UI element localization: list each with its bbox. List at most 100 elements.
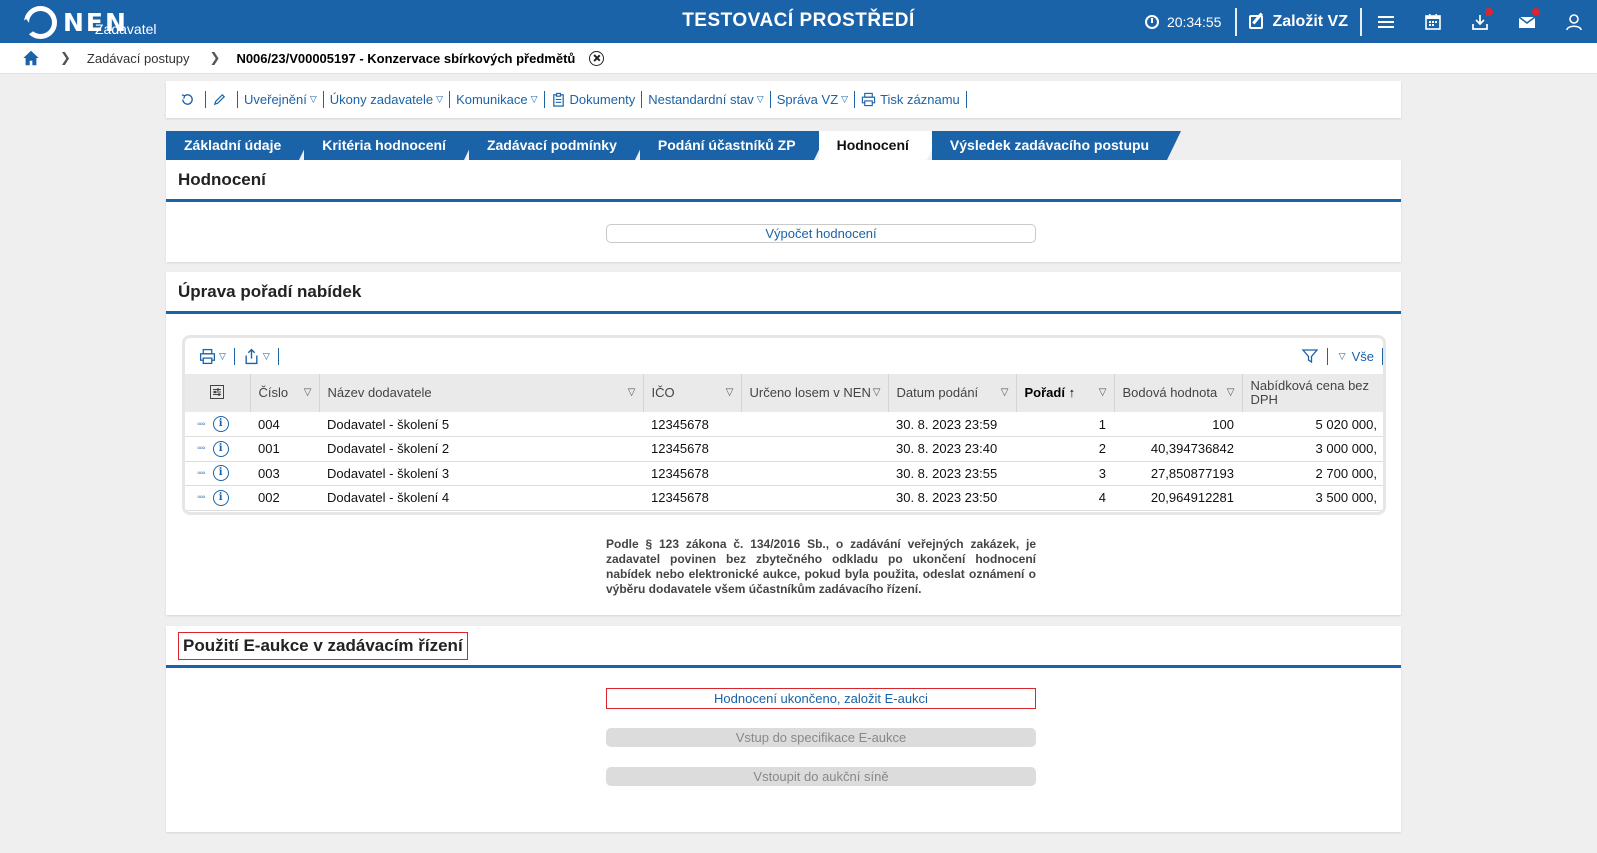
create-vz-button[interactable]: Založit VZ: [1237, 13, 1360, 31]
menu-label: Nestandardní stav: [648, 92, 754, 107]
grid-print-button[interactable]: ▽: [191, 348, 234, 365]
vypocet-hodnoceni-button[interactable]: Výpočet hodnocení: [606, 224, 1036, 243]
edit-button[interactable]: [206, 92, 237, 107]
tab-zakladni-udaje[interactable]: Základní údaje: [166, 131, 314, 160]
home-link[interactable]: [22, 49, 40, 67]
column-header-nabidkova-cena[interactable]: Nabídková cena bez DPH: [1242, 374, 1383, 412]
tab-hodnoceni[interactable]: Hodnocení: [818, 131, 942, 160]
offers-grid: ▽ ▽ ▽ Vše Číslo ▽ Název dodavatele ▽ IČO…: [182, 335, 1386, 515]
column-settings-cell[interactable]: [185, 374, 251, 412]
menu-tisk-zaznamu[interactable]: Tisk záznamu: [855, 92, 966, 107]
refresh-button[interactable]: [174, 92, 205, 107]
breadcrumb-item-zadavaci-postupy[interactable]: Zadávací postupy: [87, 51, 190, 66]
cell-los: [741, 461, 888, 486]
toolbar-divider: [277, 347, 279, 365]
panel-hodnoceni: Hodnocení Výpočet hodnocení: [166, 160, 1401, 262]
cell-cena: 2 700 000,: [1242, 461, 1383, 486]
calendar-icon: [1424, 13, 1441, 30]
column-header-nazev-dodavatele[interactable]: Název dodavatele ▽: [319, 374, 644, 412]
menu-button[interactable]: [1362, 0, 1409, 43]
menu-ukony-zadavatele[interactable]: Úkony zadavatele ▽: [324, 92, 449, 107]
menu-uverejneni[interactable]: Uveřejnění ▽: [238, 92, 323, 107]
messages-button[interactable]: [1503, 0, 1550, 43]
cell-ico: 12345678: [643, 485, 741, 511]
tab-zadavaci-podminky[interactable]: Zadávací podmínky: [468, 131, 649, 160]
chevron-right-icon: ❯: [60, 50, 71, 65]
column-header-datum-podani[interactable]: Datum podání ▽: [888, 374, 1017, 412]
dropdown-triangle-icon: ▽: [262, 350, 270, 361]
menu-sprava-vz[interactable]: Správa VZ ▽: [771, 92, 854, 107]
info-icon[interactable]: i: [212, 489, 229, 506]
menu-dokumenty[interactable]: Dokumenty: [545, 92, 642, 107]
cell-ico: 12345678: [643, 412, 741, 437]
tab-podani-ucastniku[interactable]: Podání účastníků ZP: [639, 131, 828, 160]
column-header-ico[interactable]: IČO ▽: [643, 374, 742, 412]
e-auction-spec-button[interactable]: Vstup do specifikace E-aukce: [606, 728, 1036, 747]
calendar-button[interactable]: [1409, 0, 1456, 43]
cell-nazev: Dodavatel - školení 2: [319, 436, 643, 462]
cell-body: 40,394736842: [1114, 436, 1242, 462]
cell-cena: 3 000 000,: [1242, 436, 1383, 462]
create-e-auction-button[interactable]: Hodnocení ukončeno, založit E-aukci: [606, 688, 1036, 709]
table-row[interactable]: ◦◦◦ i 003 Dodavatel - školení 3 12345678 …: [185, 461, 1383, 486]
table-header-row: Číslo ▽ Název dodavatele ▽ IČO ▽ Určeno los…: [185, 374, 1383, 412]
row-actions-icon[interactable]: ◦◦◦: [197, 419, 206, 430]
sort-ascending-icon: ↑: [1068, 385, 1076, 400]
cell-datum: 30. 8. 2023 23:50: [888, 485, 1016, 511]
clipboard-icon: [552, 92, 564, 107]
tab-vysledek-zadavaciho-postupu[interactable]: Výsledek zadávacího postupu: [931, 131, 1182, 160]
menu-label: Uveřejnění: [244, 92, 307, 107]
table-row[interactable]: ◦◦◦ i 002 Dodavatel - školení 4 12345678 …: [185, 485, 1383, 511]
column-filter-icon[interactable]: ▽: [1001, 386, 1009, 400]
tab-kriteria-hodnoceni[interactable]: Kritéria hodnocení: [304, 131, 478, 160]
row-actions-icon[interactable]: ◦◦◦: [197, 443, 206, 454]
clock-time: 20:34:55: [1166, 13, 1222, 30]
grid-view-select[interactable]: ▽ Vše: [1328, 349, 1382, 364]
create-vz-label: Založit VZ: [1272, 12, 1348, 30]
menu-label: Dokumenty: [569, 92, 636, 107]
table-row[interactable]: ◦◦◦ i 001 Dodavatel - školení 2 12345678 …: [185, 436, 1383, 462]
panel-title: Hodnocení: [166, 160, 1401, 202]
user-button[interactable]: [1550, 0, 1597, 43]
panel-title: Úprava pořadí nabídek: [166, 272, 1401, 314]
cell-cislo: 003: [250, 461, 319, 486]
info-icon[interactable]: i: [212, 440, 229, 457]
menu-komunikace[interactable]: Komunikace ▽: [450, 92, 543, 107]
info-icon[interactable]: i: [212, 416, 229, 432]
row-actions-icon[interactable]: ◦◦◦: [197, 492, 206, 503]
breadcrumb-current: N006/23/V00005197 - Konzervace sbírkovýc…: [236, 50, 576, 66]
cell-los: [741, 412, 888, 437]
column-filter-icon[interactable]: ▽: [873, 386, 881, 400]
close-icon[interactable]: [589, 50, 605, 66]
refresh-icon: [181, 94, 193, 105]
grid-toolbar: ▽ ▽ ▽ Vše: [185, 338, 1383, 374]
printer-icon: [861, 92, 876, 107]
download-button[interactable]: [1456, 0, 1503, 43]
table-row[interactable]: ◦◦◦ i 004 Dodavatel - školení 5 12345678 …: [185, 412, 1383, 437]
panel-title: Použití E-aukce v zadávacím řízení: [166, 626, 1401, 668]
dropdown-triangle-icon: ▽: [436, 94, 444, 104]
logo-subtitle: Zadavatel: [95, 21, 157, 37]
dropdown-triangle-icon: ▽: [756, 94, 764, 104]
dropdown-triangle-icon: ▽: [219, 350, 226, 361]
logo-ring-icon: [24, 5, 57, 39]
row-actions-icon[interactable]: ◦◦◦: [197, 468, 206, 479]
grid-export-button[interactable]: ▽: [235, 348, 278, 365]
menu-nestandardni-stav[interactable]: Nestandardní stav ▽: [642, 92, 769, 107]
column-filter-icon[interactable]: ▽: [628, 386, 636, 400]
cell-poradi: 4: [1016, 485, 1114, 511]
header-divider: [1235, 7, 1238, 36]
column-header-poradi[interactable]: Pořadí ↑ ▽: [1016, 374, 1115, 412]
column-filter-icon[interactable]: ▽: [726, 386, 734, 400]
cell-body: 20,964912281: [1114, 485, 1242, 511]
column-filter-icon[interactable]: ▽: [304, 386, 312, 400]
column-header-bodova-hodnota[interactable]: Bodová hodnota ▽: [1114, 374, 1243, 412]
column-header-urceno-losem[interactable]: Určeno losem v NEN ▽: [741, 374, 889, 412]
grid-filter-button[interactable]: [1293, 347, 1327, 365]
column-header-cislo[interactable]: Číslo ▽: [250, 374, 320, 412]
column-filter-icon[interactable]: ▽: [1099, 386, 1107, 400]
view-select-label: Vše: [1351, 348, 1374, 364]
info-icon[interactable]: i: [212, 465, 229, 482]
auction-hall-button[interactable]: Vstoupit do aukční síně: [606, 767, 1036, 786]
column-filter-icon[interactable]: ▽: [1227, 386, 1235, 400]
